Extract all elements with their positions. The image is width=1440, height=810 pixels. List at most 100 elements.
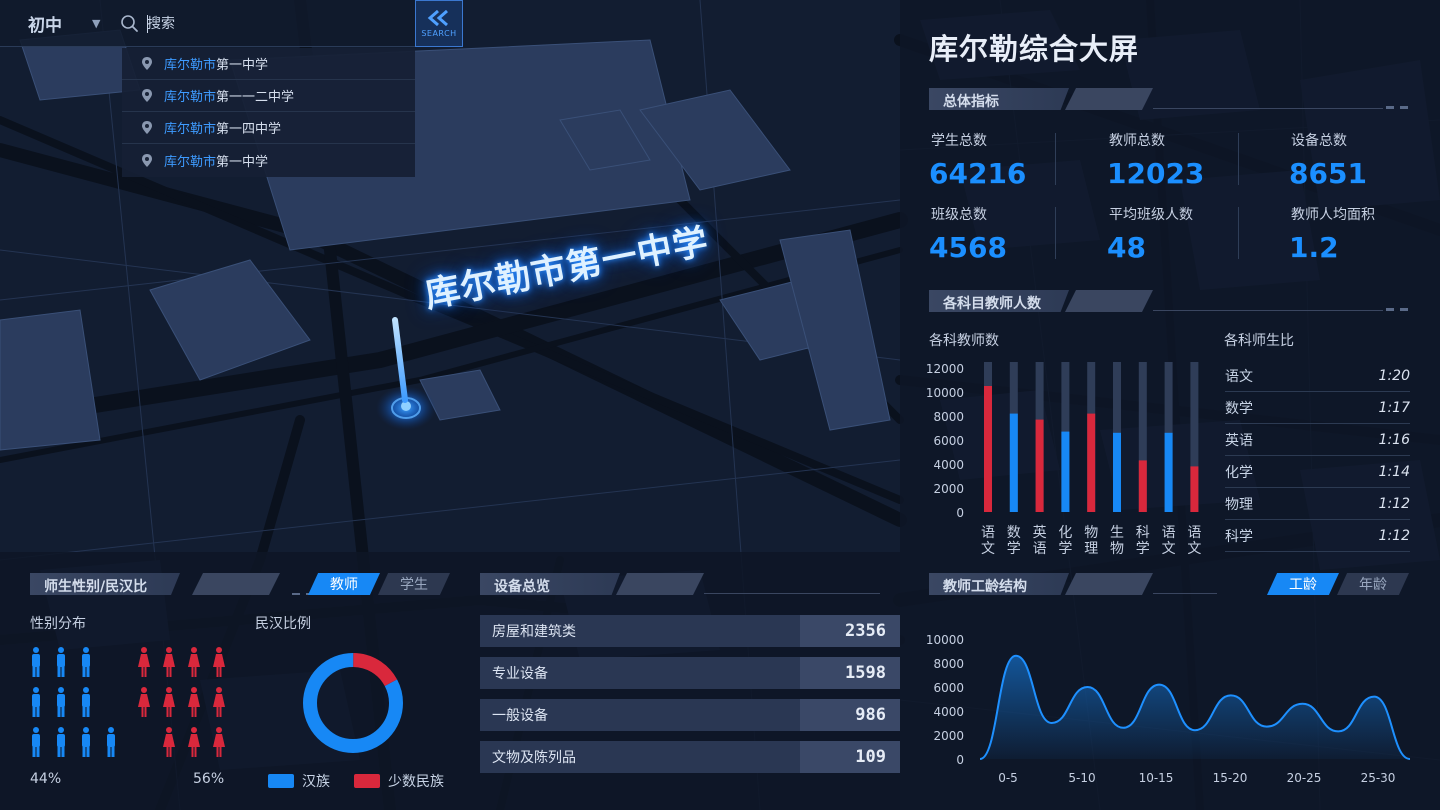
section-header-seniority: 教师工龄结构 [929,573,1229,595]
y-tick-label: 10000 [926,633,964,647]
section-title: 各科目教师人数 [943,296,1041,312]
ratio-row: 科学 1:12 [1225,520,1410,552]
y-tick-label: 10000 [926,386,964,400]
y-tick-label: 0 [956,753,964,767]
suggestion-highlight: 库尔勒市 [164,122,217,137]
female-person-icon [188,727,200,757]
female-person-icon [163,727,175,757]
suggestion-item[interactable]: 库尔勒市第一一二中学 [122,80,415,112]
ratio-subject: 英语 [1225,432,1253,449]
ratio-row: 语文 1:20 [1225,360,1410,392]
x-tick-label: 英 [1033,524,1047,541]
legend-swatch-han [268,774,294,788]
x-tick-label: 物 [1084,525,1098,541]
tab-student[interactable]: 学生 [378,573,450,595]
input-caret [147,15,148,33]
equipment-row: 房屋和建筑类 2356 [480,615,900,647]
ratio-row: 化学 1:14 [1225,456,1410,488]
divider [1238,133,1239,185]
x-tick-label: 学 [1007,541,1021,557]
page-title: 库尔勒综合大屏 [929,32,1140,66]
search-button[interactable]: SEARCH [415,0,463,47]
suggestion-highlight: 库尔勒市 [164,58,217,73]
suggestion-highlight: 库尔勒市 [164,90,217,105]
location-pin-icon [142,121,152,134]
x-tick-label: 学 [1136,541,1150,557]
section-title: 总体指标 [943,94,999,110]
bar [1009,413,1018,512]
search-suggestions: 库尔勒市第一中学 库尔勒市第一一二中学 库尔勒市第一四中学 库尔勒市第一中学 [122,48,415,177]
ratio-row: 英语 1:16 [1225,424,1410,456]
search-input[interactable] [147,12,397,36]
bar [1087,413,1096,512]
suggestion-item[interactable]: 库尔勒市第一中学 [122,48,415,80]
y-tick-label: 8000 [933,657,964,671]
area-fill [980,655,1410,759]
tab-age[interactable]: 年龄 [1337,573,1409,595]
x-tick-label: 5-10 [1068,771,1095,785]
x-tick-label: 科 [1136,525,1150,541]
seniority-area-chart: 0 2000 4000 6000 8000 10000 0-5 5-10 10-15 15-20 2… [926,633,1411,785]
female-percent: 56% [193,771,225,787]
y-tick-label: 0 [956,506,964,520]
bar [1164,432,1173,512]
kpi-value: 8651 [1289,157,1367,190]
bar [1035,419,1044,512]
x-tick-label: 学 [1058,541,1072,557]
ratio-value: 1:20 [1378,367,1410,384]
equipment-value: 2356 [800,615,900,647]
section-header-gender: 师生性别/民汉比 [30,573,316,595]
suggestion-text: 第一一二中学 [216,90,295,105]
ethnic-donut-chart [303,653,403,753]
level-select[interactable]: 初中 ▼ [0,0,110,47]
tab-seniority[interactable]: 工龄 [1267,573,1339,595]
ratio-subject: 化学 [1225,464,1253,481]
male-person-icon [57,727,65,757]
ratio-subtitle: 各科师生比 [1224,333,1294,349]
x-tick-label: 15-20 [1213,771,1248,785]
location-pin-icon [142,153,152,167]
kpi-label: 教师人均面积 [1291,207,1375,223]
y-tick-label: 12000 [926,362,964,376]
ratio-subject: 数学 [1225,400,1253,417]
y-tick-label: 4000 [933,705,964,719]
male-person-icon [57,647,65,677]
bar [984,386,992,512]
female-person-icon [213,647,225,677]
ratio-value: 1:12 [1378,495,1410,512]
ratio-subject: 语文 [1225,368,1253,385]
equipment-name: 专业设备 [492,666,548,682]
female-person-icon [138,687,150,717]
suggestion-text: 第一四中学 [216,122,282,137]
legend-label-han: 汉族 [302,774,330,790]
male-person-icon [82,647,90,677]
kpi-value: 1.2 [1289,231,1339,264]
kpi-label: 设备总数 [1291,133,1347,149]
search-icon [121,15,138,32]
male-person-icon [32,687,40,717]
female-person-icon [213,727,225,757]
kpi-value: 4568 [929,231,1007,264]
subject-teacher-bar-chart: 020004000600080001000012000语文数学英语化学物理生物科… [926,362,1201,557]
level-select-label: 初中 [28,16,62,36]
chart-subtitle: 各科教师数 [929,333,999,349]
equipment-value: 1598 [800,657,900,689]
female-person-icon [188,687,200,717]
x-tick-label: 0-5 [998,771,1018,785]
x-tick-label: 文 [1162,541,1176,557]
suggestion-item[interactable]: 库尔勒市第一四中学 [122,112,415,144]
x-tick-label: 理 [1084,541,1098,557]
kpi-label: 学生总数 [931,133,987,149]
suggestion-item[interactable]: 库尔勒市第一中学 [122,144,415,176]
equipment-row: 专业设备 1598 [480,657,900,689]
kpi-value: 48 [1107,231,1146,264]
section-header-overview: 总体指标 [929,88,1410,110]
x-tick-label: 语 [981,525,995,541]
male-person-icon [32,647,40,677]
tab-teacher[interactable]: 教师 [308,573,380,595]
section-title: 设备总览 [494,579,550,595]
bar [1138,460,1147,512]
legend-label-minority: 少数民族 [388,774,444,790]
ratio-row: 数学 1:17 [1225,392,1410,424]
male-person-icon [107,727,115,757]
